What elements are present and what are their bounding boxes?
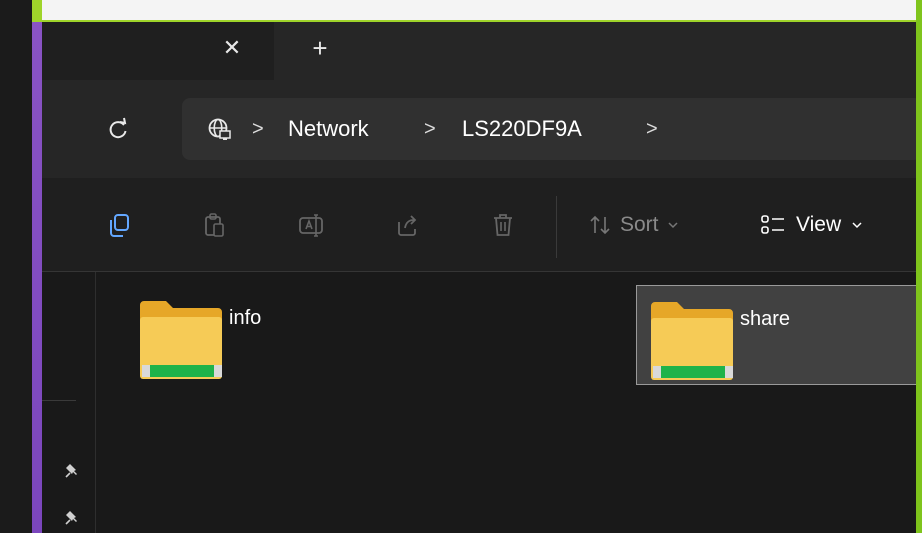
view-label: View bbox=[796, 213, 842, 236]
folder-item-info[interactable]: info bbox=[126, 285, 426, 385]
rename-button[interactable] bbox=[294, 208, 328, 242]
share-icon bbox=[398, 215, 417, 236]
sort-label: Sort bbox=[620, 213, 659, 236]
view-button[interactable]: View bbox=[760, 208, 863, 242]
address-bar[interactable]: > Network > LS220DF9A > bbox=[182, 98, 916, 160]
tab-bar: ✕ + bbox=[42, 22, 916, 80]
command-bar: Sort View bbox=[42, 178, 916, 272]
window-edge-purple bbox=[32, 0, 42, 533]
tab-strip-empty bbox=[274, 22, 916, 80]
navigation-pane bbox=[42, 272, 96, 533]
window-edge-green-right bbox=[916, 0, 922, 533]
paste-button[interactable] bbox=[198, 208, 232, 242]
folder-name: share bbox=[740, 308, 791, 330]
network-globe-icon bbox=[208, 118, 231, 140]
toolbar-divider bbox=[556, 196, 557, 258]
delete-button[interactable] bbox=[486, 208, 520, 242]
sort-button[interactable]: Sort bbox=[588, 208, 679, 242]
breadcrumb-separator[interactable]: > bbox=[646, 116, 658, 142]
background-window bbox=[0, 0, 32, 533]
chevron-down-icon bbox=[667, 222, 678, 229]
window-edge-green-top bbox=[32, 0, 922, 22]
rename-icon bbox=[299, 214, 323, 237]
copy-icon bbox=[110, 214, 129, 237]
pin-icon[interactable] bbox=[64, 462, 82, 480]
new-tab-button[interactable]: + bbox=[306, 33, 334, 63]
address-row: > Network > LS220DF9A > bbox=[42, 80, 916, 178]
view-icon bbox=[761, 215, 784, 234]
pin-icon[interactable] bbox=[64, 509, 82, 527]
delete-icon bbox=[494, 214, 512, 236]
breadcrumb-ls220df9a[interactable]: LS220DF9A bbox=[462, 116, 582, 142]
breadcrumb-network[interactable]: Network bbox=[288, 116, 369, 142]
file-list: info share bbox=[96, 272, 916, 533]
file-explorer-window: ✕ + > Network > LS220DF9A > Sort View in… bbox=[42, 22, 916, 533]
folder-name: info bbox=[229, 307, 262, 329]
breadcrumb-separator[interactable]: > bbox=[424, 116, 436, 142]
sort-icon bbox=[590, 215, 610, 235]
network-folder-icon bbox=[140, 301, 222, 379]
copy-button[interactable] bbox=[102, 208, 136, 242]
refresh-icon bbox=[109, 117, 127, 139]
navigation-divider bbox=[42, 400, 76, 401]
close-tab-button[interactable]: ✕ bbox=[220, 34, 244, 62]
paste-icon bbox=[205, 213, 224, 237]
folder-item-share[interactable]: share bbox=[636, 285, 916, 385]
chevron-down-icon bbox=[852, 222, 862, 229]
network-folder-icon bbox=[651, 302, 733, 380]
breadcrumb-separator[interactable]: > bbox=[252, 116, 264, 142]
refresh-button[interactable] bbox=[104, 115, 132, 143]
share-button[interactable] bbox=[390, 208, 424, 242]
